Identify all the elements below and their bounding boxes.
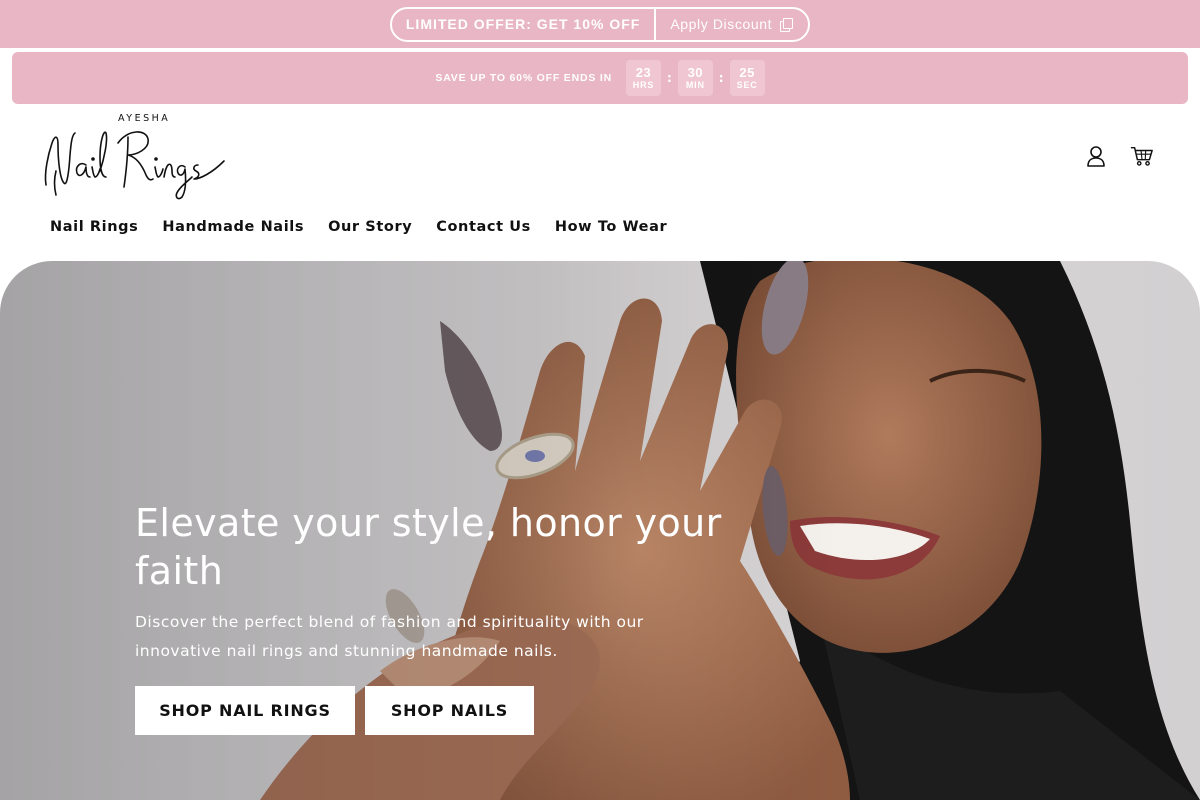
seconds-unit: SEC: [736, 79, 758, 90]
nav-item-how-to-wear[interactable]: How To Wear: [555, 216, 667, 238]
nav-item-nail-rings[interactable]: Nail Rings: [50, 216, 138, 238]
countdown-separator: :: [666, 71, 672, 85]
countdown-minutes: 30 MIN: [677, 60, 713, 96]
hero-buttons: SHOP NAIL RINGS SHOP NAILS: [135, 686, 755, 735]
countdown-label: SAVE UP TO 60% OFF ENDS IN: [435, 72, 612, 84]
seconds-value: 25: [739, 64, 755, 80]
apply-discount-label: Apply Discount: [670, 16, 773, 32]
minutes-unit: MIN: [685, 79, 705, 90]
countdown-hours: 23 HRS: [625, 60, 661, 96]
countdown-bar: SAVE UP TO 60% OFF ENDS IN 23 HRS : 30 M…: [12, 52, 1188, 104]
nav-item-our-story[interactable]: Our Story: [328, 216, 412, 238]
hours-value: 23: [635, 64, 652, 80]
shop-nail-rings-button[interactable]: SHOP NAIL RINGS: [135, 686, 355, 735]
offer-bar: LIMITED OFFER: GET 10% OFF Apply Discoun…: [0, 0, 1200, 48]
countdown-separator: :: [718, 71, 724, 85]
copy-icon: [780, 18, 794, 32]
user-icon[interactable]: [1084, 143, 1108, 169]
shop-nails-button[interactable]: SHOP NAILS: [365, 686, 534, 735]
logo-script: [44, 131, 225, 200]
apply-discount-button[interactable]: Apply Discount: [656, 9, 808, 40]
countdown-seconds: 25 SEC: [729, 60, 765, 96]
hours-unit: HRS: [632, 79, 655, 90]
main-nav: Nail Rings Handmade Nails Our Story Cont…: [50, 216, 667, 238]
cart-icon[interactable]: [1130, 143, 1154, 169]
offer-text: LIMITED OFFER: GET 10% OFF: [392, 8, 657, 40]
hero-subtitle: Discover the perfect blend of fashion an…: [135, 613, 644, 660]
minutes-value: 30: [687, 64, 704, 80]
header-icons: [1084, 143, 1154, 169]
hero-banner: Elevate your style, honor your faith Dis…: [0, 261, 1200, 800]
offer-pill: LIMITED OFFER: GET 10% OFF Apply Discoun…: [389, 6, 811, 42]
nav-item-contact-us[interactable]: Contact Us: [436, 216, 531, 238]
site-logo[interactable]: AYESHA: [42, 113, 227, 201]
hero-title: Elevate your style, honor your faith: [135, 501, 722, 593]
hero-content: Elevate your style, honor your faith Dis…: [135, 499, 755, 735]
nav-item-handmade-nails[interactable]: Handmade Nails: [162, 216, 304, 238]
